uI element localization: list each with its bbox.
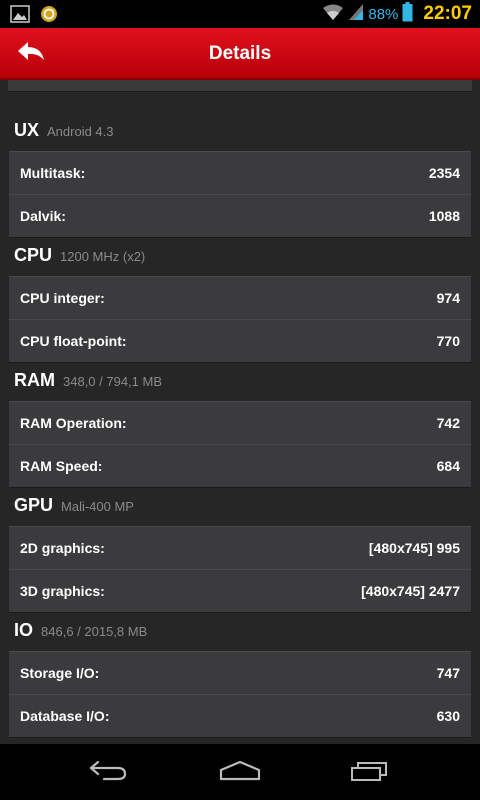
item-label: CPU integer: [20, 290, 105, 306]
item-label: 3D graphics: [20, 583, 105, 599]
section-header-io: IO 846,6 / 2015,8 MB [14, 620, 147, 650]
item-label: 2D graphics: [20, 540, 105, 556]
nav-back-button[interactable] [68, 744, 148, 800]
scrolled-card-edge [8, 80, 472, 92]
list-item[interactable]: CPU integer: 974 [9, 277, 471, 319]
nav-home-button[interactable] [200, 744, 280, 800]
battery-icon [402, 1, 413, 27]
item-label: Dalvik: [20, 208, 66, 224]
item-value: 974 [436, 290, 460, 306]
wifi-icon [322, 3, 344, 26]
list-item[interactable]: Dalvik: 1088 [9, 195, 471, 237]
section-subtitle: Mali-400 MP [61, 499, 134, 514]
section-subtitle: Android 4.3 [47, 124, 114, 139]
clock: 22:07 [423, 3, 472, 24]
list-item[interactable]: 2D graphics: [480x745] 995 [9, 527, 471, 569]
list-item[interactable]: RAM Operation: 742 [9, 402, 471, 444]
nav-recent-apps-button[interactable] [330, 744, 410, 800]
item-label: RAM Operation: [20, 415, 127, 431]
sync-notification-icon [40, 5, 58, 28]
item-value: 684 [436, 458, 460, 474]
item-value: 630 [436, 708, 460, 724]
item-label: Storage I/O: [20, 665, 100, 681]
section-card-ram: RAM Operation: 742 RAM Speed: 684 [9, 401, 471, 488]
section-header-gpu: GPU Mali-400 MP [14, 495, 134, 525]
list-item[interactable]: RAM Speed: 684 [9, 445, 471, 487]
section-title: CPU [14, 245, 53, 265]
item-label: CPU float-point: [20, 333, 127, 349]
item-value: [480x745] 995 [368, 540, 460, 556]
status-bar: 88% 22:07 [0, 0, 480, 28]
item-label: Database I/O: [20, 708, 110, 724]
item-value: 2354 [428, 165, 460, 181]
recent-apps-icon [350, 758, 390, 787]
item-value: [480x745] 2477 [361, 583, 460, 599]
system-indicators: 88% 22:07 [322, 0, 472, 28]
navigation-bar [0, 744, 480, 800]
list-item[interactable]: Storage I/O: 747 [9, 652, 471, 694]
section-title: UX [14, 120, 40, 140]
section-header-ram: RAM 348,0 / 794,1 MB [14, 370, 162, 400]
details-list[interactable]: UX Android 4.3 Multitask: 2354 Dalvik: 1… [0, 80, 480, 744]
item-value: 742 [436, 415, 460, 431]
page-title: Details [208, 43, 272, 64]
notification-icons [10, 5, 58, 28]
list-item[interactable]: 3D graphics: [480x745] 2477 [9, 570, 471, 612]
section-subtitle: 348,0 / 794,1 MB [63, 374, 163, 389]
section-card-io: Storage I/O: 747 Database I/O: 630 [9, 651, 471, 738]
image-notification-icon [10, 5, 30, 28]
section-subtitle: 846,6 / 2015,8 MB [41, 624, 148, 639]
section-title: RAM [14, 370, 55, 390]
section-card-ux: Multitask: 2354 Dalvik: 1088 [9, 151, 471, 238]
back-icon [88, 758, 128, 787]
list-item[interactable]: Multitask: 2354 [9, 152, 471, 194]
item-label: RAM Speed: [20, 458, 103, 474]
battery-percentage: 88% [368, 5, 399, 23]
item-value: 747 [436, 665, 460, 681]
list-item[interactable]: CPU float-point: 770 [9, 320, 471, 362]
section-header-cpu: CPU 1200 MHz (x2) [14, 245, 145, 275]
section-title: GPU [14, 495, 54, 515]
section-title: IO [14, 620, 34, 640]
item-value: 770 [436, 333, 460, 349]
item-label: Multitask: [20, 165, 86, 181]
item-value: 1088 [428, 208, 460, 224]
section-card-gpu: 2D graphics: [480x745] 995 3D graphics: … [9, 526, 471, 613]
section-card-cpu: CPU integer: 974 CPU float-point: 770 [9, 276, 471, 363]
section-subtitle: 1200 MHz (x2) [60, 249, 146, 264]
list-item[interactable]: Database I/O: 630 [9, 695, 471, 737]
home-icon [218, 759, 262, 786]
action-bar: Details [0, 28, 480, 80]
section-header-ux: UX Android 4.3 [14, 120, 114, 150]
signal-icon [348, 3, 364, 26]
